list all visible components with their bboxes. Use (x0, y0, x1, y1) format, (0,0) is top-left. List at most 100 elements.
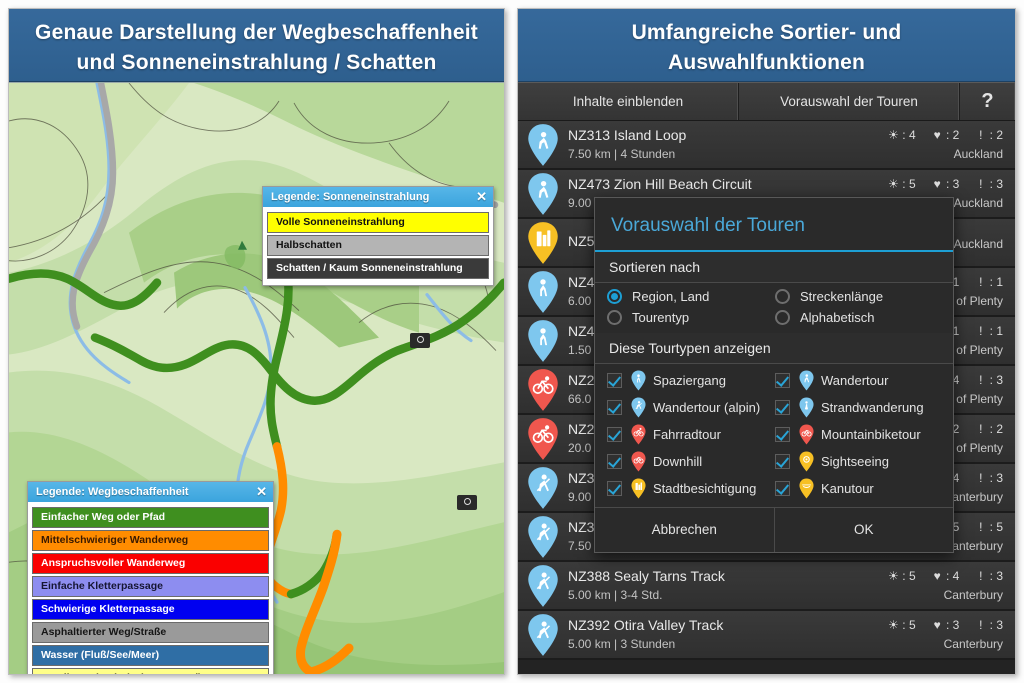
help-icon: ? (981, 90, 994, 112)
camera-marker-icon[interactable] (410, 333, 430, 348)
legend-row: Halbschatten (267, 235, 489, 256)
legend-row: Asphaltierter Weg/Straße (32, 622, 269, 643)
tour-type-label: Mountainbiketour (821, 427, 921, 442)
checkbox[interactable] (775, 481, 790, 496)
checkbox[interactable] (775, 373, 790, 388)
tab-label: Inhalte einblenden (572, 94, 684, 109)
legend-path-header: Legende: Wegbeschaffenheit ✕ (28, 482, 273, 502)
tour-type-pin-icon (630, 451, 647, 472)
tour-type-option-8[interactable]: Stadtbesichtigung (607, 478, 775, 499)
tour-type-pin-icon (526, 319, 562, 363)
close-icon[interactable]: ✕ (256, 485, 267, 498)
exclamation-icon: ! (979, 324, 983, 338)
heart-icon: ♥ (933, 618, 941, 632)
tour-text: NZ388 Sealy Tarns Track 5.00 km | 3-4 Std… (568, 568, 872, 603)
difficulty-rating: ! : 2 (975, 421, 1003, 438)
legend-row-label: Einfacher Weg oder Pfad (41, 511, 166, 523)
tour-ratings: Auckland (954, 234, 1003, 252)
tour-name: NZ473 Zion Hill Beach Circuit (568, 176, 752, 192)
checkbox[interactable] (607, 454, 622, 469)
sort-option-2[interactable]: Tourentyp (607, 310, 775, 325)
tour-row[interactable]: NZ392 Otira Valley Track 5.00 km | 3 Stun… (518, 611, 1015, 660)
sort-option-0[interactable]: Region, Land (607, 289, 775, 304)
legend-row-label: Schwierige Kletterpassage (41, 603, 175, 615)
tour-type-option-9[interactable]: Kanutour (775, 478, 943, 499)
tour-type-options-group: Spaziergang Wandertour Wandertour (alpin) S… (595, 364, 953, 507)
tour-meta: 5.00 km | 3 Stunden (568, 637, 676, 651)
cancel-button[interactable]: Abbrechen (595, 508, 774, 552)
exclamation-icon: ! (979, 275, 983, 289)
tour-type-label: Strandwanderung (821, 400, 924, 415)
legend-row: Volle Sonneneinstrahlung (267, 212, 489, 233)
tour-type-option-1[interactable]: Wandertour (775, 370, 943, 391)
tour-region: Canterbury (943, 637, 1003, 651)
tour-type-option-6[interactable]: Downhill (607, 451, 775, 472)
tour-ratings: ☀ : 5 ♥ : 3 ! : 3 Canterbury (872, 617, 1003, 652)
tour-type-option-3[interactable]: Strandwanderung (775, 397, 943, 418)
tour-row[interactable]: NZ388 Sealy Tarns Track 5.00 km | 3-4 Std… (518, 562, 1015, 611)
tour-row[interactable]: NZ313 Island Loop 7.50 km | 4 Stunden ☀ : … (518, 121, 1015, 170)
dialog-footer: Abbrechen OK (595, 507, 953, 552)
camera-marker-icon[interactable] (457, 495, 477, 510)
tour-type-pin-icon (798, 478, 815, 499)
tour-stats: ☀ : 5 ♥ : 3 ! : 3 (872, 176, 1003, 193)
checkbox[interactable] (607, 400, 622, 415)
checkbox[interactable] (775, 400, 790, 415)
tour-type-pin-icon (526, 221, 562, 265)
dialog-types-section-label: Diese Tourtypen anzeigen (595, 333, 953, 364)
tour-type-option-0[interactable]: Spaziergang (607, 370, 775, 391)
tour-type-pin-icon (526, 417, 562, 461)
legend-row-label: Volle Sonneneinstrahlung (276, 216, 405, 228)
tour-type-pin-icon (630, 370, 647, 391)
dialog-title: Vorauswahl der Touren (595, 198, 953, 252)
tour-type-option-7[interactable]: Sightseeing (775, 451, 943, 472)
tour-type-option-2[interactable]: Wandertour (alpin) (607, 397, 775, 418)
tab-vorauswahl-der-touren[interactable]: Vorauswahl der Touren (739, 83, 960, 120)
radio-button[interactable] (607, 310, 622, 325)
close-icon[interactable]: ✕ (476, 190, 487, 203)
radio-button[interactable] (775, 289, 790, 304)
tab-inhalte-einblenden[interactable]: Inhalte einblenden (518, 83, 739, 120)
tour-name: NZ388 Sealy Tarns Track (568, 568, 725, 584)
tour-text: NZ313 Island Loop 7.50 km | 4 Stunden (568, 127, 872, 162)
heart-icon: ♥ (933, 177, 941, 191)
sort-option-3[interactable]: Alphabetisch (775, 310, 943, 325)
checkbox[interactable] (775, 454, 790, 469)
screenshot-root: Genaue Darstellung der Wegbeschaffenheit… (0, 0, 1024, 683)
tour-type-label: Spaziergang (653, 373, 726, 388)
radio-button[interactable] (775, 310, 790, 325)
difficulty-rating: ! : 1 (975, 274, 1003, 291)
tour-type-pin-icon (798, 451, 815, 472)
radio-button[interactable] (607, 289, 622, 304)
favourite-rating: ♥ : 4 (933, 569, 960, 583)
tab-help[interactable]: ? (960, 83, 1015, 120)
right-title-line2: Auswahlfunktionen (667, 51, 866, 74)
legend-path-title: Legende: Wegbeschaffenheit (36, 485, 189, 498)
difficulty-rating: ! : 3 (975, 568, 1003, 585)
legend-row: Sandiger Abschnitt (z.B. Strand) (32, 668, 269, 674)
tour-type-pin-icon (798, 370, 815, 391)
map-view[interactable]: Legende: Sonneneinstrahlung ✕ Volle Sonn… (9, 82, 504, 674)
legend-row-label: Mittelschwieriger Wanderweg (41, 534, 189, 546)
checkbox[interactable] (775, 427, 790, 442)
legend-row: Schwierige Kletterpassage (32, 599, 269, 620)
difficulty-rating: ! : 2 (975, 127, 1003, 144)
ok-button[interactable]: OK (773, 508, 954, 552)
difficulty-rating: ! : 3 (975, 470, 1003, 487)
exclamation-icon: ! (979, 177, 983, 191)
left-title-line2: und Sonneneinstrahlung / Schatten (76, 51, 437, 74)
tour-type-option-5[interactable]: Mountainbiketour (775, 424, 943, 445)
tour-region: Auckland (953, 236, 1003, 251)
tour-type-option-4[interactable]: Fahrradtour (607, 424, 775, 445)
heart-icon: ♥ (933, 569, 941, 583)
favourite-rating: ♥ : 3 (933, 177, 960, 191)
right-title-line1: Umfangreiche Sortier- und (631, 21, 902, 44)
checkbox[interactable] (607, 481, 622, 496)
checkbox[interactable] (607, 373, 622, 388)
checkbox[interactable] (607, 427, 622, 442)
sort-option-1[interactable]: Streckenlänge (775, 289, 943, 304)
left-title-line1: Genaue Darstellung der Wegbeschaffenheit (35, 21, 478, 44)
sort-option-label: Tourentyp (632, 310, 690, 325)
legend-row-label: Sandiger Abschnitt (z.B. Strand) (41, 672, 202, 674)
tour-name: NZ313 Island Loop (568, 127, 687, 143)
